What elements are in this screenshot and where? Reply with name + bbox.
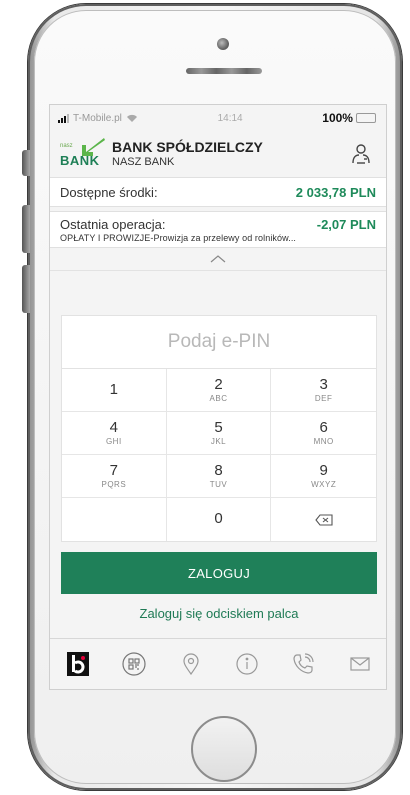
login-panel: 1 2 ABC 3 DEF 4 GHI 5 JKL 6 MNO 7 PQRS 8 TUV 9W… [50,315,386,621]
key-9[interactable]: 9 WXYZ [271,455,376,498]
key-7[interactable]: 7 PQRS [62,455,167,498]
home-button[interactable] [191,716,257,782]
login-button[interactable]: ZALOGUJ [61,552,377,594]
logo-arrow-icon [82,138,105,156]
key-8[interactable]: 8 TUV [166,455,272,498]
key-empty [62,498,167,541]
carrier-name: T-Mobile.pl [73,112,122,124]
nav-blik[interactable] [58,644,98,684]
fingerprint-login-link[interactable]: Zaloguj się odciskiem palca [50,606,386,621]
bank-name: BANK SPÓŁDZIELCZY NASZ BANK [112,139,263,168]
last-operation-value: -2,07 PLN [316,217,376,232]
last-operation-label: Ostatnia operacja: [60,217,166,232]
chevron-up-icon [210,255,226,263]
balance-value: 2 033,78 PLN [295,184,376,200]
nav-mail[interactable] [340,644,380,684]
last-operation-description: OPŁATY I PROWIZJE-Prowizja za przelewy o… [60,233,297,243]
key-0[interactable]: 0 [167,498,272,541]
app-header: nasz BANK BANK SPÓŁDZIELCZY NASZ BANK [50,131,386,177]
mute-switch [22,150,30,176]
volume-down-button [22,265,30,313]
pin-box: 1 2 ABC 3 DEF 4 GHI 5 JKL 6 MNO 7 PQRS 8 TUV 9W… [61,315,377,542]
front-camera [217,38,229,50]
status-left: T-Mobile.pl [58,113,138,124]
battery-icon [355,113,376,123]
battery-percent: 100% [322,111,353,125]
bank-subtitle: NASZ BANK [112,155,175,168]
key-2[interactable]: 2 ABC [166,369,272,412]
key-3[interactable]: 3 DEF [271,369,376,412]
e-pin-input[interactable] [62,316,376,369]
nav-info[interactable] [227,644,267,684]
key-5[interactable]: 5 JKL [166,412,272,455]
info-icon [236,653,258,675]
backspace-icon [314,513,333,526]
app-screen: T-Mobile.pl 14:14 100% nasz BANK BANK SP… [49,104,387,690]
last-operation[interactable]: Ostatnia operacja: -2,07 PLN OPŁATY I PR… [50,211,386,248]
signal-icon [58,113,69,123]
status-bar: T-Mobile.pl 14:14 100% [50,105,386,131]
logo-small-text: nasz [60,143,73,149]
key-6[interactable]: 6 MNO [271,412,376,455]
qr-code-icon [122,652,147,676]
bank-title: BANK SPÓŁDZIELCZY [112,139,263,156]
status-right: 100% [322,111,376,125]
earpiece-speaker [186,68,262,74]
nav-qr[interactable] [114,644,154,684]
mail-icon [350,657,370,671]
bottom-nav [50,638,386,689]
key-4[interactable]: 4 GHI [62,412,167,455]
volume-up-button [22,205,30,253]
phone-icon [293,653,315,674]
nav-phone[interactable] [283,644,323,684]
available-balance-row[interactable]: Dostępne środki: 2 033,78 PLN [50,177,386,207]
pin-keypad: 1 2 ABC 3 DEF 4 GHI 5 JKL 6 MNO 7 PQRS 8 TUV 9W… [62,369,376,541]
nasz-bank-logo-mark: nasz BANK [60,137,106,171]
blik-icon [67,652,90,676]
expand-toggle[interactable] [50,248,386,271]
balance-label: Dostępne środki: [60,184,158,200]
nav-location[interactable] [171,644,211,684]
switch-users-icon[interactable] [350,143,372,165]
key-backspace[interactable] [271,498,376,541]
status-time: 14:14 [217,112,243,124]
wifi-icon [126,114,137,122]
bank-logo: nasz BANK BANK SPÓŁDZIELCZY NASZ BANK [60,137,263,171]
key-1[interactable]: 1 [62,369,167,412]
location-pin-icon [183,653,199,675]
